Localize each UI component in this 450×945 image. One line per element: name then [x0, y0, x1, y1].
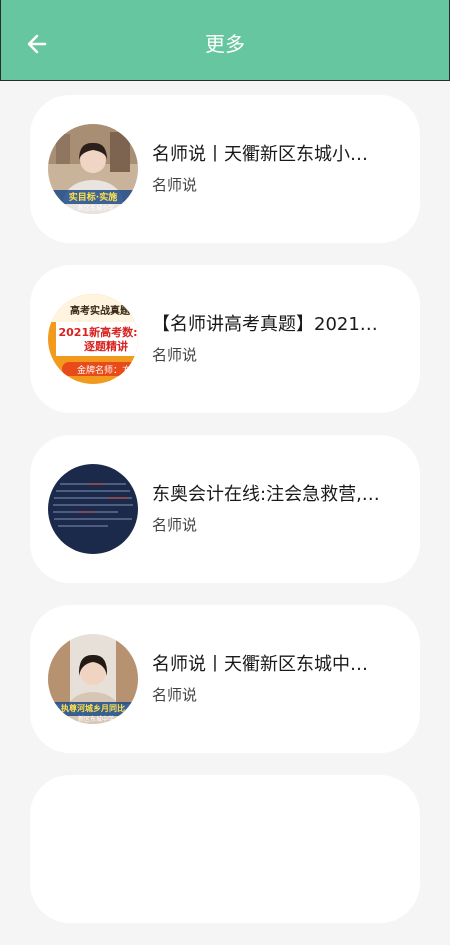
thumbnail-overlay-text: 执尊河城乡月同比	[61, 703, 125, 713]
list-item[interactable]: 执尊河城乡月同比 新区东城中学 名师说丨天衢新区东城中… 名师说	[30, 605, 420, 753]
list-item[interactable]: 实目标·实施 新区东城小学 名师说丨天衢新区东城小… 名师说	[30, 95, 420, 243]
thumbnail-mid-text: 2021新高考数:	[58, 325, 137, 339]
thumbnail-caption-text: 新区东城中学	[78, 715, 114, 723]
list-item[interactable]: 高考实战真题 2021新高考数: 逐题精讲 金牌名师：方 【名师讲高考真题】20…	[30, 265, 420, 413]
item-subtitle: 名师说	[152, 686, 198, 704]
app-header: 更多	[0, 0, 450, 81]
thumbnail-overlay-text: 实目标·实施	[69, 191, 117, 203]
page-title: 更多	[205, 32, 245, 56]
thumbnail-caption-text: 新区东城小学	[78, 204, 114, 212]
item-subtitle: 名师说	[152, 176, 198, 194]
item-subtitle: 名师说	[152, 516, 198, 534]
item-title: 名师说丨天衢新区东城小…	[152, 144, 368, 165]
content-list: 实目标·实施 新区东城小学 名师说丨天衢新区东城小… 名师说 高考实战真题 20…	[30, 95, 420, 945]
thumbnail-image: 执尊河城乡月同比 新区东城中学	[48, 634, 138, 724]
thumbnail-image: 高考实战真题 2021新高考数: 逐题精讲 金牌名师：方	[48, 294, 138, 384]
thumbnail-mid-text-2: 逐题精讲	[84, 339, 128, 353]
list-item[interactable]: 东奥会计在线:注会急救营,… 名师说	[30, 435, 420, 583]
thumbnail-image	[48, 464, 138, 554]
thumbnail-image: 实目标·实施 新区东城小学	[48, 124, 138, 214]
item-subtitle: 名师说	[152, 346, 198, 364]
item-title: 【名师讲高考真题】2021…	[152, 314, 378, 335]
list-item[interactable]	[30, 775, 420, 923]
thumbnail-bottom-text: 金牌名师：方	[77, 364, 131, 376]
item-title: 名师说丨天衢新区东城中…	[152, 654, 368, 675]
thumbnail-top-text: 高考实战真题	[70, 304, 131, 317]
item-title: 东奥会计在线:注会急救营,…	[152, 484, 380, 505]
